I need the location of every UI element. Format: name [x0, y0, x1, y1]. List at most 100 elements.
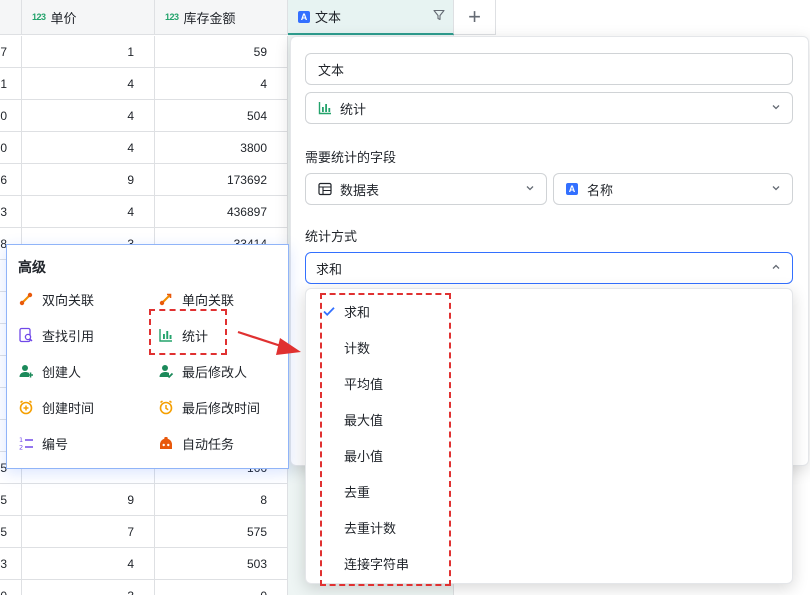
- table-row[interactable]: 6 9 173692: [0, 164, 288, 196]
- chevron-down-icon: [770, 182, 782, 197]
- advanced-item-auto-number[interactable]: 1 2 编号: [18, 431, 68, 455]
- table-cell-stock[interactable]: 503: [155, 548, 288, 580]
- field-name-value: 文本: [318, 62, 345, 78]
- created-time-icon: [18, 399, 34, 415]
- table-cell-stock[interactable]: 3800: [155, 132, 288, 164]
- table-cell-price[interactable]: 1: [22, 36, 155, 68]
- table-cell-stock[interactable]: 59: [155, 36, 288, 68]
- table-select-value: 数据表: [340, 182, 380, 198]
- table-cell-left[interactable]: 6: [0, 164, 22, 196]
- advanced-menu-title: 高级: [18, 259, 46, 275]
- column-header-text[interactable]: A 文本: [288, 0, 454, 35]
- svg-text:2: 2: [19, 444, 23, 452]
- table-row[interactable]: 3 4 503: [0, 548, 288, 580]
- table-row[interactable]: 598: [0, 484, 288, 516]
- table-cell-stock[interactable]: 436897: [155, 196, 288, 228]
- column-header-label: 库存金额: [183, 10, 236, 26]
- table-cell-price[interactable]: 4: [22, 68, 155, 100]
- one-way-link-icon: [158, 291, 174, 307]
- table-row[interactable]: 030: [0, 580, 288, 595]
- table-cell-left[interactable]: 7: [0, 36, 22, 68]
- advanced-item-label: 自动任务: [182, 436, 235, 452]
- add-column-button[interactable]: +: [454, 0, 496, 35]
- number-field-icon: 123: [32, 12, 46, 22]
- two-way-link-icon: [18, 291, 34, 307]
- table-cell-left[interactable]: 5: [0, 484, 22, 516]
- chevron-down-icon: [524, 182, 536, 197]
- table-cell-left[interactable]: 0: [0, 100, 22, 132]
- advanced-item-label: 最后修改人: [182, 364, 248, 380]
- table-row[interactable]: 5 7 575: [0, 516, 288, 548]
- advanced-item-one-way-link[interactable]: 单向关联: [158, 287, 234, 311]
- advanced-item-label: 双向关联: [42, 292, 95, 308]
- field-select[interactable]: A 名称: [553, 173, 793, 205]
- table-cell-price[interactable]: 9: [22, 164, 155, 196]
- statistics-highlight-box: [149, 309, 227, 355]
- advanced-item-creator[interactable]: 创建人: [18, 359, 81, 383]
- automation-icon: [158, 435, 174, 451]
- field-type-select[interactable]: 统计: [305, 92, 793, 124]
- chevron-up-icon: [770, 261, 782, 276]
- stat-method-select[interactable]: 求和: [305, 252, 793, 284]
- table-cell-stock[interactable]: 0: [155, 580, 288, 595]
- filter-icon[interactable]: [433, 9, 445, 24]
- table-cell-left[interactable]: 1: [0, 68, 22, 100]
- table-cell-price[interactable]: 4: [22, 100, 155, 132]
- advanced-item-label: 创建人: [42, 364, 82, 380]
- advanced-item-modified-time[interactable]: 最后修改时间: [158, 395, 260, 419]
- advanced-item-label: 创建时间: [42, 400, 95, 416]
- table-cell-left[interactable]: 5: [0, 516, 22, 548]
- advanced-item-label: 最后修改时间: [182, 400, 261, 416]
- text-field-icon: A: [298, 10, 310, 23]
- column-header-price[interactable]: 123 单价: [22, 0, 155, 35]
- table-cell-left[interactable]: 0: [0, 580, 22, 595]
- column-header-stock-value[interactable]: 123 库存金额: [155, 0, 288, 35]
- stat-method-label: 统计方式: [305, 229, 358, 244]
- creator-icon: [18, 363, 34, 379]
- options-highlight-box: [320, 293, 451, 586]
- table-cell-price[interactable]: 4: [22, 196, 155, 228]
- row-number-header: [0, 0, 22, 35]
- table-cell-stock[interactable]: 4: [155, 68, 288, 100]
- lookup-icon: [18, 327, 34, 343]
- chevron-down-icon: [770, 101, 782, 116]
- table-row[interactable]: 0 4 504: [0, 100, 288, 132]
- field-select-value: 名称: [587, 182, 614, 198]
- table-cell-stock[interactable]: 575: [155, 516, 288, 548]
- table-cell-price[interactable]: 7: [22, 516, 155, 548]
- number-field-icon: 123: [165, 12, 179, 22]
- modified-time-icon: [158, 399, 174, 415]
- table-select[interactable]: 数据表: [305, 173, 547, 205]
- statistics-icon: [318, 101, 332, 115]
- table-row[interactable]: 144: [0, 68, 288, 100]
- advanced-item-automation[interactable]: 自动任务: [158, 431, 234, 455]
- text-field-icon: A: [566, 183, 578, 195]
- advanced-item-label: 编号: [42, 436, 69, 452]
- field-name-input[interactable]: 文本: [305, 53, 793, 85]
- table-cell-stock[interactable]: 173692: [155, 164, 288, 196]
- table-cell-left[interactable]: 0: [0, 132, 22, 164]
- table-cell-price[interactable]: 4: [22, 132, 155, 164]
- column-header-label: 文本: [315, 10, 342, 25]
- advanced-item-created-time[interactable]: 创建时间: [18, 395, 94, 419]
- advanced-item-last-modifier[interactable]: 最后修改人: [158, 359, 247, 383]
- annotation-arrow-icon: [237, 330, 301, 355]
- table-cell-left[interactable]: 3: [0, 548, 22, 580]
- table-cell-price[interactable]: 4: [22, 548, 155, 580]
- last-modifier-icon: [158, 363, 174, 379]
- advanced-item-label: 单向关联: [182, 292, 235, 308]
- table-row[interactable]: 7 1 59: [0, 36, 288, 68]
- table-cell-price[interactable]: 3: [22, 580, 155, 595]
- table-cell-price[interactable]: 9: [22, 484, 155, 516]
- advanced-item-two-way-link[interactable]: 双向关联: [18, 287, 94, 311]
- field-type-value: 统计: [340, 101, 367, 117]
- table-cell-stock[interactable]: 504: [155, 100, 288, 132]
- advanced-item-label: 查找引用: [42, 328, 95, 344]
- table-row[interactable]: 0 4 3800: [0, 132, 288, 164]
- auto-number-icon: 12: [18, 435, 34, 451]
- table-cell-stock[interactable]: 8: [155, 484, 288, 516]
- stat-field-label: 需要统计的字段: [305, 150, 397, 165]
- table-cell-left[interactable]: 3: [0, 196, 22, 228]
- advanced-item-lookup[interactable]: 查找引用: [18, 323, 94, 347]
- table-row[interactable]: 3 4 436897: [0, 196, 288, 228]
